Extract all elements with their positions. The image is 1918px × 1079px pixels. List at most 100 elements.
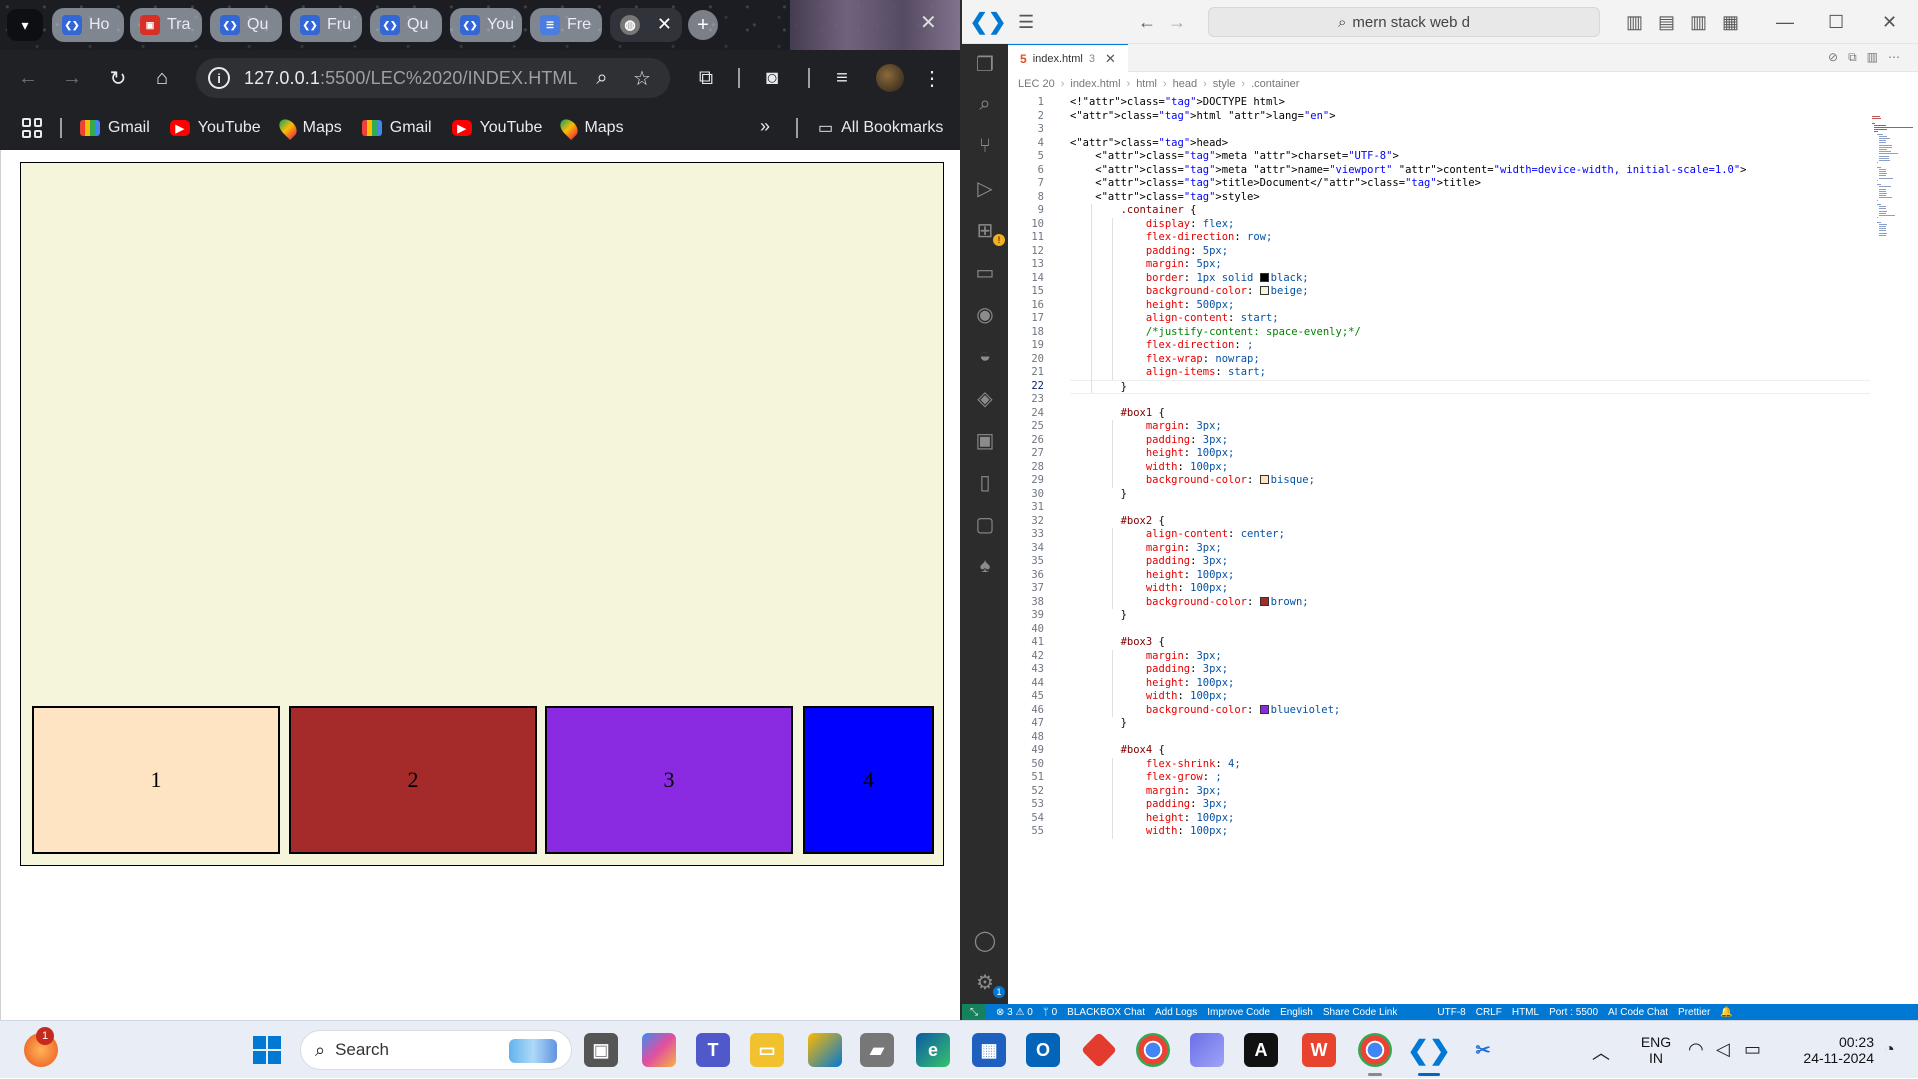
code-line[interactable]: display: flex; bbox=[1070, 218, 1235, 230]
toggle-sidebar-icon[interactable]: ▥ bbox=[1626, 12, 1643, 33]
chrome-icon[interactable] bbox=[1136, 1033, 1170, 1067]
bookmark-item[interactable]: ▶ YouTube bbox=[169, 119, 261, 137]
code-line[interactable]: <!"attr">class="tag">DOCTYPE html> bbox=[1070, 96, 1285, 108]
taskbar-search[interactable]: ⌕ Search bbox=[300, 1030, 572, 1070]
status-item-add-logs[interactable]: Add Logs bbox=[1155, 1007, 1197, 1018]
code-line[interactable]: margin: 3px; bbox=[1070, 650, 1222, 662]
app-hexagon-icon[interactable] bbox=[1190, 1033, 1224, 1067]
breadcrumb-item[interactable]: style bbox=[1213, 78, 1236, 90]
panels-icon[interactable]: ▣ bbox=[971, 426, 999, 454]
ai-code-chat[interactable]: AI Code Chat bbox=[1608, 1007, 1668, 1018]
code-line[interactable]: } bbox=[1070, 488, 1127, 500]
minimize-icon[interactable]: — bbox=[1776, 12, 1794, 33]
encoding-indicator[interactable]: UTF-8 bbox=[1437, 1007, 1465, 1018]
explorer-icon[interactable]: ❐ bbox=[971, 50, 999, 78]
code-line[interactable]: } bbox=[1070, 609, 1127, 621]
mongodb-leaf-icon[interactable]: ♠ bbox=[971, 552, 999, 580]
code-line[interactable]: width: 100px; bbox=[1070, 825, 1228, 837]
all-bookmarks-button[interactable]: ▭ All Bookmarks bbox=[818, 118, 943, 138]
outlook-icon[interactable]: O bbox=[1026, 1033, 1060, 1067]
bookmark-item[interactable]: ▶ YouTube bbox=[451, 119, 542, 137]
breadcrumb-item[interactable]: head bbox=[1173, 78, 1197, 90]
breadcrumb-item[interactable]: html bbox=[1136, 78, 1157, 90]
code-line[interactable]: margin: 5px; bbox=[1070, 258, 1222, 270]
snipping-tool-icon[interactable]: ✂ bbox=[1466, 1033, 1500, 1067]
minimap[interactable] bbox=[1870, 96, 1918, 296]
address-bar[interactable]: i 127.0.0.1:5500/LEC%2020/INDEX.HTML ⌕ ☆ bbox=[196, 58, 670, 98]
back-icon[interactable]: ← bbox=[1138, 12, 1156, 33]
search-icon[interactable]: ⌕ bbox=[971, 90, 999, 118]
browser-tab[interactable]: ❮❯ Qu bbox=[210, 8, 282, 42]
python-icon[interactable]: ◈ bbox=[971, 384, 999, 412]
code-line[interactable]: height: 100px; bbox=[1070, 677, 1235, 689]
code-line[interactable]: height: 500px; bbox=[1070, 299, 1235, 311]
bookmark-item[interactable]: Maps bbox=[275, 115, 342, 141]
settings-gear-icon[interactable]: ⚙ 1 bbox=[971, 968, 1005, 998]
toggle-secondary-sidebar-icon[interactable]: ▥ bbox=[1690, 12, 1707, 33]
browser-tab[interactable]: ❮❯ Fru bbox=[290, 8, 362, 42]
code-line[interactable]: <"attr">class="tag">title>Document</"att… bbox=[1070, 177, 1481, 189]
problems-indicator[interactable]: ⊗ 3 ⚠ 0 bbox=[996, 1007, 1033, 1018]
ports-indicator[interactable]: ᛘ 0 bbox=[1043, 1007, 1057, 1018]
code-line[interactable]: padding: 5px; bbox=[1070, 245, 1228, 257]
toggle-panel-icon[interactable]: ▤ bbox=[1658, 12, 1675, 33]
teams-icon[interactable]: T bbox=[696, 1033, 730, 1067]
clock[interactable]: 00:23 24-11-2024 bbox=[1780, 1021, 1874, 1079]
reload-icon[interactable]: ↻ bbox=[104, 64, 132, 92]
tab-search-button[interactable]: ▾ bbox=[7, 9, 43, 41]
code-line[interactable]: flex-wrap: nowrap; bbox=[1070, 353, 1260, 365]
wps-office-icon[interactable]: W bbox=[1302, 1033, 1336, 1067]
editor-actions[interactable]: ⊘⧉▥⋯ bbox=[1828, 50, 1910, 65]
notification-center-icon[interactable]: ◔ bbox=[1884, 1039, 1895, 1060]
code-line[interactable]: margin: 3px; bbox=[1070, 542, 1222, 554]
live-server-port[interactable]: Port : 5500 bbox=[1549, 1007, 1598, 1018]
code-line[interactable]: margin: 3px; bbox=[1070, 785, 1222, 797]
bookmark-item[interactable]: Maps bbox=[557, 115, 624, 141]
remote-explorer-icon[interactable]: ▭ bbox=[971, 258, 999, 286]
chat-icon[interactable]: ▢ bbox=[971, 510, 999, 538]
code-line[interactable]: <"attr">class="tag">meta "attr">name="vi… bbox=[1070, 164, 1746, 176]
code-line[interactable]: <"attr">class="tag">style> bbox=[1070, 191, 1259, 203]
code-line[interactable]: border: 1px solid black; bbox=[1070, 272, 1309, 284]
forward-icon[interactable]: → bbox=[58, 64, 86, 92]
code-line[interactable]: align-content: start; bbox=[1070, 312, 1279, 324]
code-line[interactable]: padding: 3px; bbox=[1070, 798, 1228, 810]
edge-icon[interactable]: e bbox=[916, 1033, 950, 1067]
code-line[interactable]: } bbox=[1070, 379, 1870, 394]
code-line[interactable]: width: 100px; bbox=[1070, 582, 1228, 594]
chrome-profile-icon[interactable] bbox=[1358, 1033, 1392, 1067]
language-indicator[interactable]: HTML bbox=[1512, 1007, 1539, 1018]
code-line[interactable]: /*justify-content: space-evenly;*/ bbox=[1070, 326, 1361, 338]
start-button[interactable] bbox=[250, 1033, 284, 1067]
breadcrumb-item[interactable]: LEC 20 bbox=[1018, 78, 1055, 90]
status-item-blackbox[interactable]: BLACKBOX Chat bbox=[1067, 1007, 1145, 1018]
code-line[interactable]: width: 100px; bbox=[1070, 461, 1228, 473]
code-line[interactable]: background-color: bisque; bbox=[1070, 474, 1315, 486]
bookmark-star-icon[interactable]: ☆ bbox=[628, 64, 656, 92]
code-line[interactable]: height: 100px; bbox=[1070, 569, 1235, 581]
tab-index-html[interactable]: 5 index.html 3 ✕ bbox=[1008, 44, 1128, 72]
onenote-icon[interactable] bbox=[808, 1033, 842, 1067]
extensions-icon[interactable]: ⊞! bbox=[971, 216, 1005, 246]
app-a-icon[interactable]: A bbox=[1244, 1033, 1278, 1067]
notifications-bell-icon[interactable]: 🔔 bbox=[1720, 1007, 1732, 1018]
screenshot-icon[interactable]: ◙ bbox=[758, 64, 786, 92]
close-tab-icon[interactable]: ✕ bbox=[657, 14, 672, 35]
zoom-icon[interactable]: ⌕ bbox=[588, 64, 616, 92]
code-line[interactable]: <"attr">class="tag">meta "attr">charset=… bbox=[1070, 150, 1399, 162]
maximize-icon[interactable]: ☐ bbox=[1828, 12, 1844, 33]
run-debug-icon[interactable]: ▷ bbox=[971, 174, 999, 202]
usb-tool-icon[interactable]: ▰ bbox=[860, 1033, 894, 1067]
docker-icon[interactable]: ◒ bbox=[971, 342, 999, 370]
code-line[interactable]: align-items: start; bbox=[1070, 366, 1266, 378]
code-line[interactable]: background-color: brown; bbox=[1070, 596, 1309, 608]
show-hidden-icons-chevron[interactable]: ︿ bbox=[1592, 1039, 1610, 1065]
store-icon[interactable]: ▦ bbox=[972, 1033, 1006, 1067]
code-line[interactable]: padding: 3px; bbox=[1070, 663, 1228, 675]
customize-layout-icon[interactable]: ▦ bbox=[1722, 12, 1739, 33]
code-line[interactable]: margin: 3px; bbox=[1070, 420, 1222, 432]
input-language-indicator[interactable]: ENG IN bbox=[1634, 1021, 1678, 1079]
site-info-icon[interactable]: i bbox=[208, 67, 230, 89]
wifi-icon[interactable]: ◠ bbox=[1688, 1039, 1704, 1060]
extensions-icon[interactable]: ⧉ bbox=[692, 64, 720, 92]
